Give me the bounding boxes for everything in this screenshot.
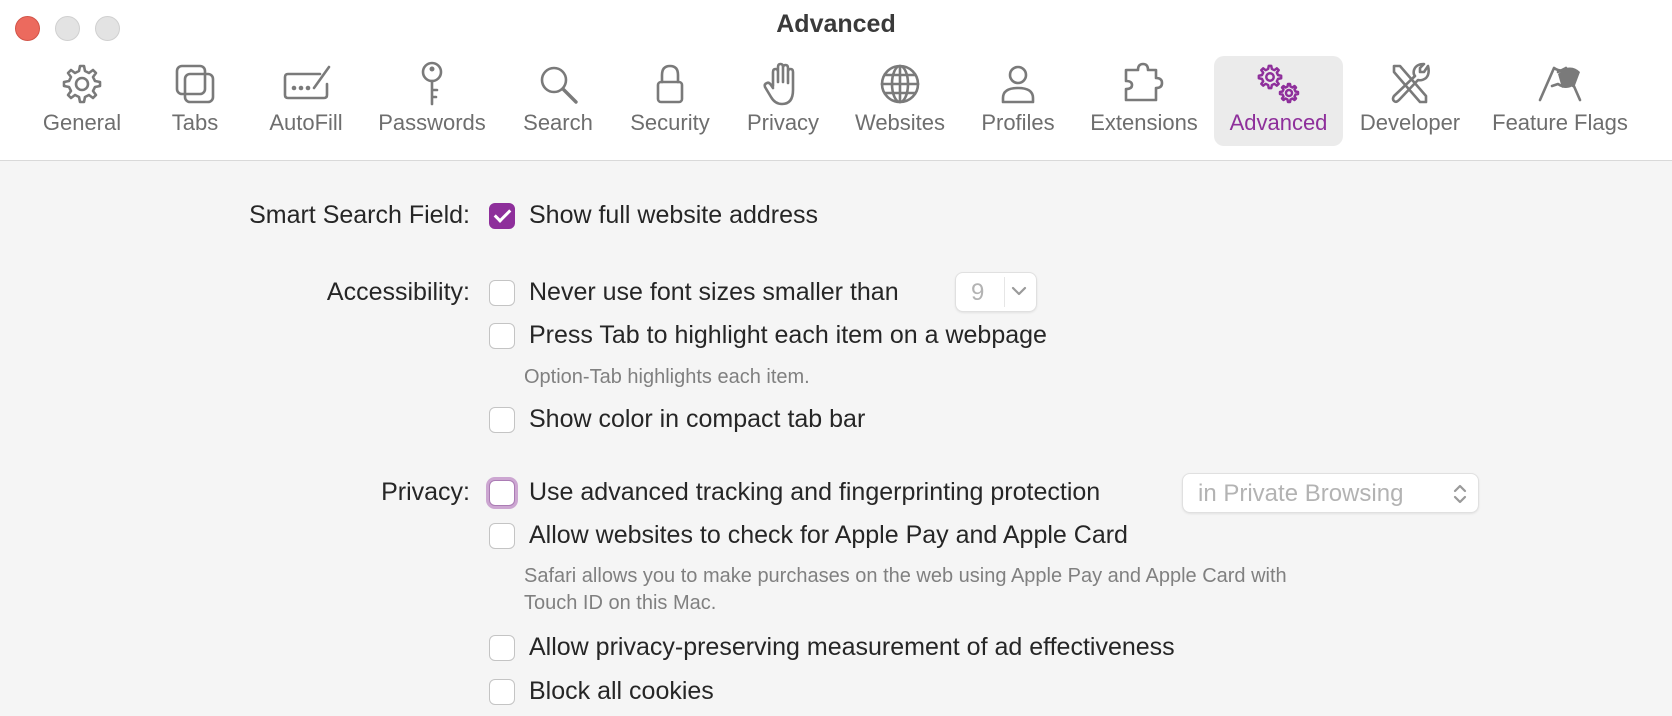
globe-icon [876,60,924,108]
tab-label: Tabs [171,110,219,135]
flags-icon [1536,60,1584,108]
tab-label: Search [523,110,593,135]
tab-label: Passwords [378,110,486,135]
tab-autofill[interactable]: AutoFill [256,56,356,146]
accessibility-label: Accessibility: [326,278,470,306]
show-full-address-label[interactable]: Show full website address [529,201,818,230]
tabs-icon [171,60,219,108]
tab-label: Privacy [746,110,820,135]
tab-profiles[interactable]: Profiles [970,56,1066,146]
tab-tabs[interactable]: Tabs [149,56,241,146]
tab-label: AutoFill [269,110,343,135]
tab-security[interactable]: Security [620,56,720,146]
show-full-address-checkbox[interactable] [489,203,515,229]
search-icon [534,60,582,108]
tab-websites[interactable]: Websites [846,56,954,146]
press-tab-checkbox[interactable] [489,323,515,349]
ad-measurement-checkbox[interactable] [489,635,515,661]
lock-icon [646,60,694,108]
chevron-down-icon [1010,284,1028,303]
privacy-label: Privacy: [381,478,470,506]
tab-label: Feature Flags [1492,110,1628,135]
chevron-updown-icon [1451,482,1469,511]
apple-pay-note-line1: Safari allows you to make purchases on t… [524,565,1287,587]
apple-pay-note-line2: Touch ID on this Mac. [524,592,717,614]
advanced-tracking-protection-checkbox[interactable] [489,480,515,506]
tab-extensions[interactable]: Extensions [1080,56,1208,146]
puzzle-icon [1120,60,1168,108]
tab-label: General [42,110,122,135]
window-title: Advanced [776,10,896,38]
tab-label: Websites [854,110,946,135]
tracking-protection-scope-popup[interactable]: in Private Browsing [1182,473,1479,513]
apple-pay-check-label[interactable]: Allow websites to check for Apple Pay an… [529,521,1128,550]
ad-measurement-label[interactable]: Allow privacy-preserving measurement of … [529,633,1175,662]
tab-label: Developer [1359,110,1461,135]
gears-icon [1255,60,1303,108]
tab-search[interactable]: Search [512,56,604,146]
preferences-toolbar: Advanced General Tabs AutoFill Passwords… [0,0,1672,161]
color-compact-tab-bar-checkbox[interactable] [489,407,515,433]
popup-divider [1004,277,1005,307]
min-font-size-value: 9 [971,279,985,306]
color-compact-tab-bar-label[interactable]: Show color in compact tab bar [529,405,865,434]
tracking-protection-scope-value: in Private Browsing [1198,480,1404,507]
smart-search-field-label: Smart Search Field: [249,201,470,229]
key-icon [408,60,456,108]
tab-passwords[interactable]: Passwords [372,56,492,146]
tab-feature-flags[interactable]: Feature Flags [1484,56,1636,146]
tab-label: Security [630,110,710,135]
block-all-cookies-label[interactable]: Block all cookies [529,677,714,706]
tab-label: Extensions [1090,110,1198,135]
min-font-size-popup[interactable]: 9 [955,272,1037,312]
min-font-size-label[interactable]: Never use font sizes smaller than [529,278,899,307]
press-tab-label[interactable]: Press Tab to highlight each item on a we… [529,321,1047,350]
tools-icon [1386,60,1434,108]
advanced-tracking-protection-label[interactable]: Use advanced tracking and fingerprinting… [529,478,1100,507]
tab-privacy[interactable]: Privacy [738,56,828,146]
apple-pay-check-checkbox[interactable] [489,523,515,549]
tab-general[interactable]: General [30,56,134,146]
hand-icon [759,60,807,108]
block-all-cookies-checkbox[interactable] [489,679,515,705]
person-icon [994,60,1042,108]
tab-label: Advanced [1229,110,1328,135]
press-tab-note: Option-Tab highlights each item. [524,366,810,388]
min-font-size-checkbox[interactable] [489,280,515,306]
tab-developer[interactable]: Developer [1352,56,1468,146]
autofill-icon [282,60,331,108]
tab-advanced[interactable]: Advanced [1214,56,1343,146]
tab-label: Profiles [981,110,1055,135]
gear-icon [58,60,106,108]
